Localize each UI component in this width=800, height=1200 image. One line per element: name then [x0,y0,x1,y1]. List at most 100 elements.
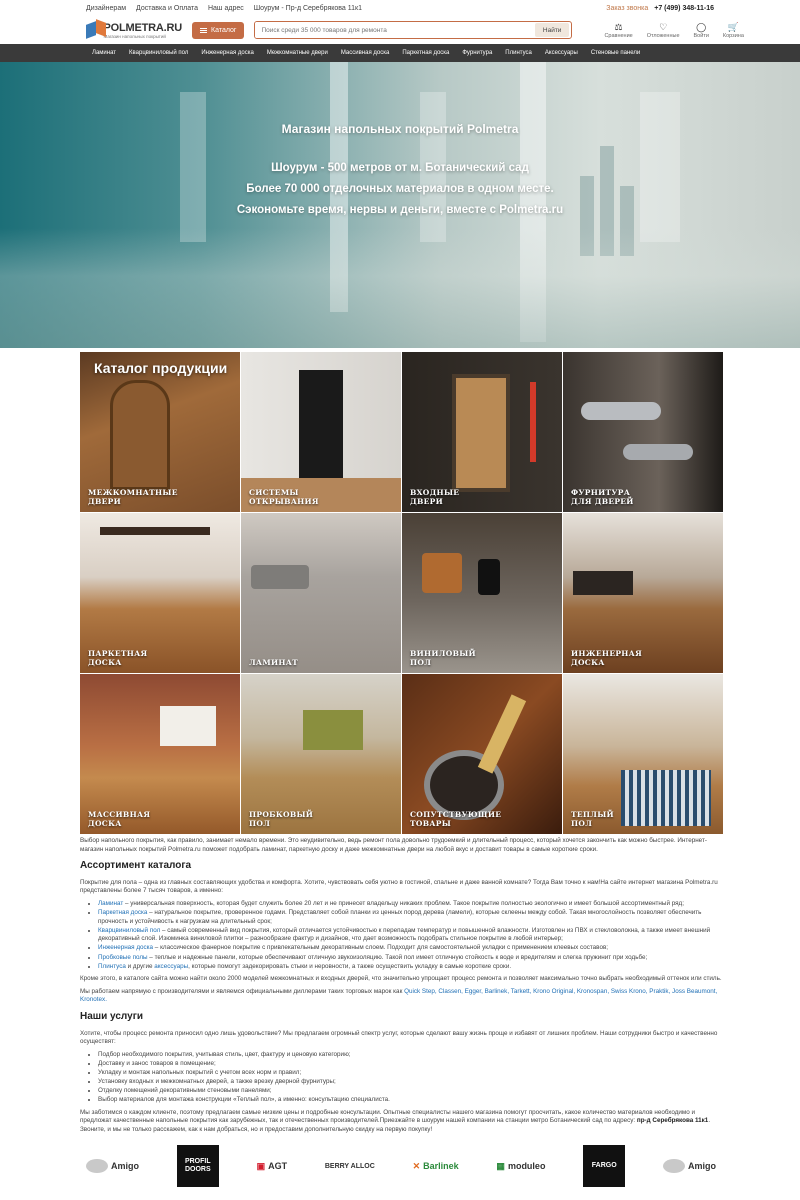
services-list: Подбор необходимого покрытия, учитывая с… [98,1051,722,1105]
assortment-list: Ламинат – универсальная поверхность, кот… [98,900,722,971]
list-item: Доставку и занос товаров в помещение; [98,1060,722,1069]
hero-text: Магазин напольных покрытий Polmetra Шоур… [0,122,800,221]
engineered-link[interactable]: Инженерная доска [98,944,153,951]
list-item: Пробковые полы – теплые и надежные панел… [98,954,722,963]
cork-link[interactable]: Пробковые полы [98,954,148,961]
tile-label: ПРОБКОВЫЙ ПОЛ [249,810,314,828]
tile-label: ВИНИЛОВЫЙ ПОЛ [410,649,476,667]
list-item: Кварцвиниловый пол – самый современный в… [98,927,722,944]
callback-link[interactable]: Заказ звонка [606,5,648,12]
catalog-tile-cork[interactable]: ПРОБКОВЫЙ ПОЛ [241,674,401,834]
quartz-vinyl-link[interactable]: Кварцвиниловый пол [98,927,160,934]
login-button[interactable]: ◯ Войти [694,22,709,39]
nav-item-hardware[interactable]: Фурнитура [462,50,492,56]
top-links: Дизайнерам Доставка и Оплата Наш адрес Ш… [86,5,362,12]
brand-logo-barlinek[interactable]: ✕ Barlinek [413,1161,459,1172]
hero-line: Более 70 000 отделочных материалов в одн… [246,183,554,195]
brand-logo-agt[interactable]: ▣ AGT [257,1161,288,1172]
nav-item-accessories[interactable]: Аксессуары [545,50,578,56]
top-contacts: Заказ звонка +7 (499) 348-11-16 [606,5,714,12]
accessories-link[interactable]: аксессуары [154,963,188,970]
top-bar: Дизайнерам Доставка и Оплата Наш адрес Ш… [0,0,800,16]
catalog-tile-entrance-doors[interactable]: ВХОДНЫЕ ДВЕРИ [402,352,562,512]
top-link-delivery[interactable]: Доставка и Оплата [136,5,198,12]
catalog-tile-engineered[interactable]: ИНЖЕНЕРНАЯ ДОСКА [563,513,723,673]
brand-logo-berry-alloc[interactable]: BERRY ALLOC [325,1163,375,1170]
top-link-address[interactable]: Наш адрес [208,5,244,12]
hero-title: Магазин напольных покрытий Polmetra [281,122,519,136]
catalog-tile-solid-board[interactable]: МАССИВНАЯ ДОСКА [80,674,240,834]
phone-link[interactable]: +7 (499) 348-11-16 [654,5,714,12]
tile-label: СОПУТСТВУЮЩИЕ ТОВАРЫ [410,810,502,828]
list-item: Ламинат – универсальная поверхность, кот… [98,900,722,909]
compare-button[interactable]: ⚖ Сравнение [604,22,632,39]
catalog-tile-interior-doors[interactable]: МЕЖКОМНАТНЫЕ ДВЕРИ [80,352,240,512]
favorites-button[interactable]: ♡ Отложенные [647,22,680,39]
search-input[interactable] [255,22,535,38]
compare-label: Сравнение [604,32,633,39]
catalog-tile-laminate[interactable]: ЛАМИНАТ [241,513,401,673]
list-item: Укладку и монтаж напольных покрытий с уч… [98,1069,722,1078]
skirting-link[interactable]: Плинтуса [98,963,126,970]
top-link-showroom[interactable]: Шоурум - Пр-д Серебрякова 11к1 [254,5,362,12]
list-item: Установку входных и межкомнатных дверей,… [98,1078,722,1087]
product-catalog: Каталог продукции МЕЖКОМНАТНЫЕ ДВЕРИ СИС… [80,352,723,834]
nav-item-parquet[interactable]: Паркетная доска [402,50,449,56]
parquet-link[interactable]: Паркетная доска [98,909,147,916]
nav-item-interior-doors[interactable]: Межкомнатные двери [267,50,328,56]
nav-item-quartz-vinyl[interactable]: Кварцвиниловый пол [129,50,188,56]
catalog-tile-parquet[interactable]: ПАРКЕТНАЯ ДОСКА [80,513,240,673]
laminate-link[interactable]: Ламинат [98,900,123,907]
logo-name: POLMETRA.RU [103,21,183,34]
catalog-tile-door-hardware[interactable]: ФУРНИТУРА ДЛЯ ДВЕРЕЙ [563,352,723,512]
hero-line: Шоурум - 500 метров от м. Ботанический с… [271,162,529,174]
search-button[interactable]: Найти [534,23,570,37]
tile-label: ИНЖЕНЕРНАЯ ДОСКА [571,649,642,667]
tile-label: МАССИВНАЯ ДОСКА [88,810,151,828]
catalog-tile-opening-systems[interactable]: СИСТЕМЫ ОТКРЫВАНИЯ [241,352,401,512]
nav-item-solid-board[interactable]: Массивная доска [341,50,389,56]
brand-logo-fargo[interactable]: FARGO [583,1145,626,1187]
list-item: Выбор материалов для монтажа конструкции… [98,1096,722,1105]
barlinek-logo-icon: ✕ [412,1160,421,1171]
tile-label: ПАРКЕТНАЯ ДОСКА [88,649,148,667]
amigo-logo-icon [86,1159,108,1173]
assortment-heading: Ассортимент каталога [80,860,192,872]
catalog-tile-vinyl[interactable]: ВИНИЛОВЫЙ ПОЛ [402,513,562,673]
services-lead: Хотите, чтобы процесс ремонта приносил о… [80,1029,718,1046]
logo[interactable]: POLMETRA.RU Магазин напольных покрытий [86,19,183,39]
brand-logo-moduleo[interactable]: ▦ moduleo [496,1161,545,1172]
user-icon: ◯ [696,21,707,32]
header: POLMETRA.RU Магазин напольных покрытий К… [0,16,800,44]
menu-icon [200,27,207,33]
cart-button[interactable]: 🛒 Корзина [723,22,744,39]
brand-logo-amigo[interactable]: Amigo [86,1159,139,1173]
moduleo-logo-icon: ▦ [496,1160,505,1171]
top-link-designers[interactable]: Дизайнерам [86,5,126,12]
logo-icon [86,19,106,39]
list-item: Паркетная доска – натуральное покрытие, … [98,909,722,926]
showroom-address: пр-д Серебрякова 11к1 [636,1117,709,1125]
brand-logo-profil-doors[interactable]: PROFIL DOORS [176,1145,219,1187]
header-icons: ⚖ Сравнение ♡ Отложенные ◯ Войти 🛒 Корзи… [604,22,743,39]
nav-item-engineered[interactable]: Инженерная доска [201,50,253,56]
catalog-button[interactable]: Каталог [192,21,245,39]
catalog-tile-warm-floor[interactable]: ТЕПЛЫЙ ПОЛ [563,674,723,834]
list-item: Инженерная доска – классическое фанерное… [98,944,722,953]
nav-item-laminate[interactable]: Ламинат [92,50,116,56]
favorites-label: Отложенные [646,32,680,39]
catalog-tile-related[interactable]: СОПУТСТВУЮЩИЕ ТОВАРЫ [402,674,562,834]
login-label: Войти [693,32,709,39]
nav-item-skirting[interactable]: Плинтуса [505,50,532,56]
catalog-grid: МЕЖКОМНАТНЫЕ ДВЕРИ СИСТЕМЫ ОТКРЫВАНИЯ ВХ… [80,352,723,834]
assortment-after: Кроме этого, в каталоге сайта можно найт… [80,975,722,983]
brand-logos: Amigo PROFIL DOORS ▣ AGT BERRY ALLOC ✕ Bar… [86,1144,716,1188]
brand-logo-amigo-2[interactable]: Amigo [663,1159,716,1173]
tile-label: МЕЖКОМНАТНЫЕ ДВЕРИ [88,488,178,506]
main-nav: Ламинат Кварцвиниловый пол Инженерная до… [0,44,800,62]
nav-item-wall-panels[interactable]: Стеновые панели [591,50,640,56]
search-bar: Найти [254,21,573,39]
agt-logo-icon: ▣ [256,1160,266,1171]
tile-label: СИСТЕМЫ ОТКРЫВАНИЯ [249,488,319,506]
assortment-lead: Покрытие для пола – одна из главных сост… [80,878,718,895]
